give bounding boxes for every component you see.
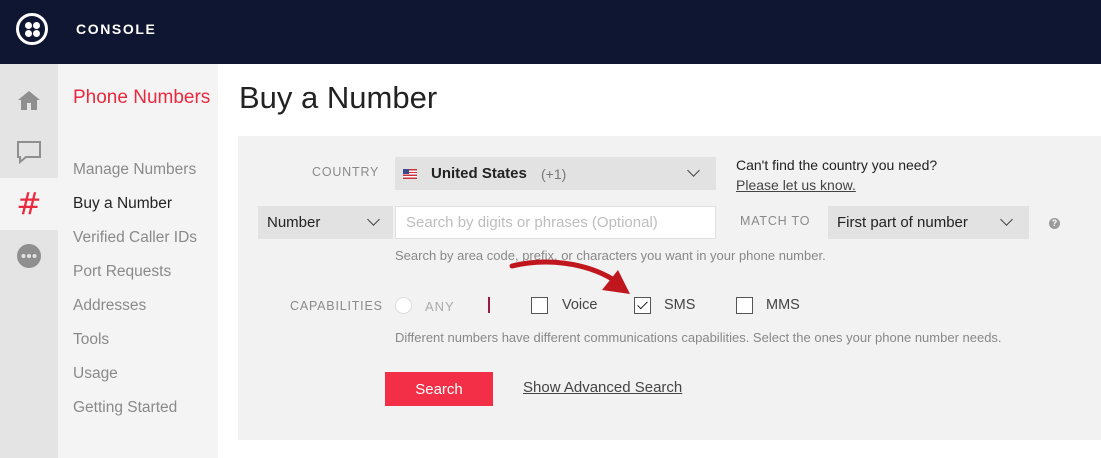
sms-label: SMS [664, 297, 696, 313]
match-to-value: First part of number [837, 214, 968, 231]
search-hint: Search by area code, prefix, or characte… [395, 248, 826, 263]
mms-label: MMS [766, 297, 800, 313]
search-input[interactable] [395, 206, 716, 239]
rail-home[interactable] [0, 74, 58, 126]
chevron-down-icon [367, 213, 380, 226]
search-type-value: Number [267, 214, 321, 231]
sidebar-item-usage[interactable]: Usage [73, 365, 118, 383]
chevron-down-icon [1000, 213, 1013, 226]
capabilities-hint: Different numbers have different communi… [395, 330, 1002, 345]
country-help-text: Can't find the country you need? [736, 157, 938, 173]
rail-messaging[interactable] [0, 126, 58, 178]
chevron-down-icon [687, 164, 700, 177]
country-value: United States [431, 165, 527, 182]
rail-more[interactable] [0, 230, 58, 282]
show-advanced-search-link[interactable]: Show Advanced Search [523, 379, 682, 396]
match-to-select[interactable]: First part of number [828, 206, 1029, 239]
us-flag-icon [403, 169, 417, 179]
sidebar-item-buy-a-number[interactable]: Buy a Number [73, 195, 172, 213]
sidebar-title: Phone Numbers [73, 87, 211, 108]
capabilities-label: CAPABILITIES [290, 299, 383, 313]
sidebar-item-getting-started[interactable]: Getting Started [73, 399, 177, 417]
sidebar-item-verified-caller-ids[interactable]: Verified Caller IDs [73, 229, 197, 247]
country-label: COUNTRY [312, 165, 380, 179]
country-code: (+1) [541, 166, 567, 182]
hash-icon: # [16, 186, 42, 222]
divider [488, 297, 490, 313]
mms-checkbox[interactable] [736, 297, 753, 314]
more-icon [17, 244, 41, 268]
search-type-select[interactable]: Number [258, 206, 393, 239]
page-title: Buy a Number [239, 80, 438, 115]
voice-checkbox[interactable] [531, 297, 548, 314]
sms-checkbox[interactable] [634, 297, 651, 314]
console-title[interactable]: CONSOLE [76, 21, 156, 37]
top-bar: CONSOLE [0, 0, 1101, 64]
match-to-label: MATCH TO [740, 214, 811, 228]
icon-rail: # [0, 64, 58, 458]
any-radio[interactable] [395, 297, 412, 314]
search-panel: COUNTRY United States (+1) Can't find th… [238, 136, 1101, 440]
twilio-logo-icon[interactable] [16, 13, 48, 45]
sidebar: Phone Numbers Manage Numbers Buy a Numbe… [58, 64, 218, 458]
country-help-link[interactable]: Please let us know. [736, 177, 856, 193]
voice-label: Voice [562, 297, 598, 313]
sidebar-item-addresses[interactable]: Addresses [73, 297, 146, 315]
sidebar-item-manage-numbers[interactable]: Manage Numbers [73, 161, 196, 179]
question-icon[interactable]: ? [1049, 218, 1060, 229]
home-icon [18, 91, 40, 110]
sidebar-item-port-requests[interactable]: Port Requests [73, 263, 171, 281]
chat-icon [17, 141, 41, 164]
country-select[interactable]: United States (+1) [395, 157, 716, 190]
sidebar-item-tools[interactable]: Tools [73, 331, 109, 349]
any-label: ANY [425, 299, 455, 314]
rail-phone-numbers[interactable]: # [0, 178, 58, 230]
search-button[interactable]: Search [385, 372, 493, 406]
